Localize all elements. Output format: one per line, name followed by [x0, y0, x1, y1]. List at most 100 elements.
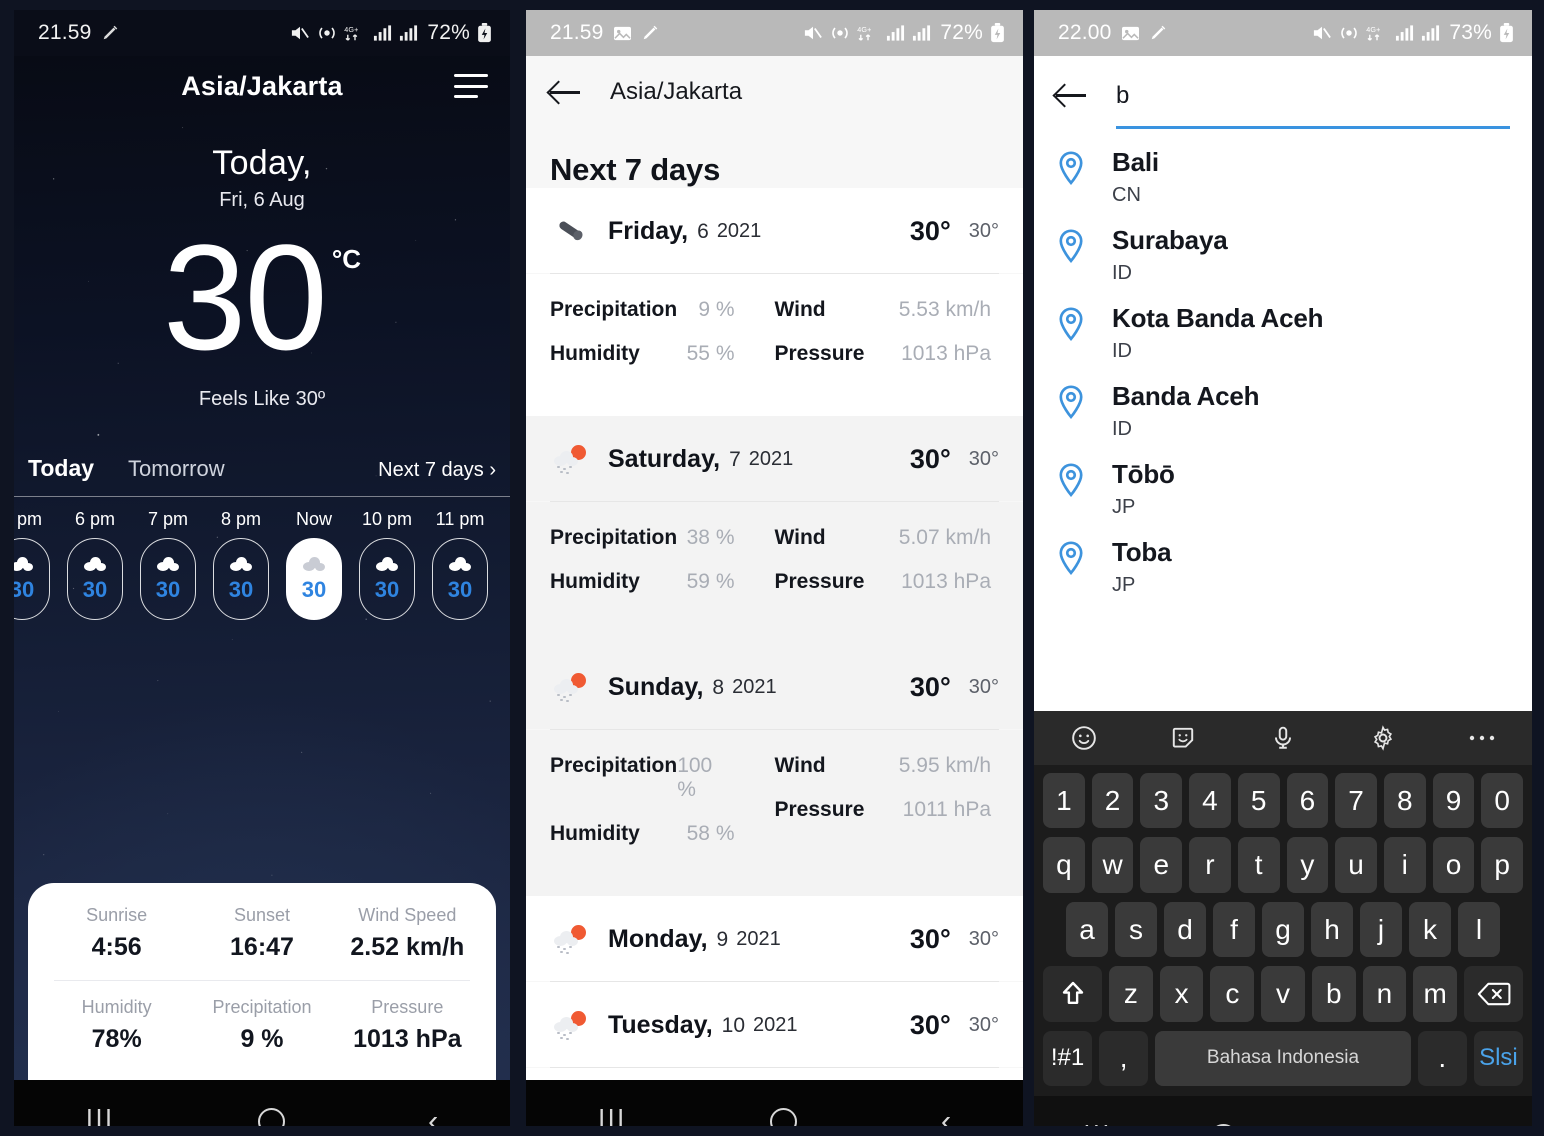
arrow-back-icon[interactable]: [550, 79, 584, 105]
hour-pill-active[interactable]: 30: [286, 538, 342, 620]
recents-button[interactable]: |||: [598, 1105, 627, 1127]
key-m[interactable]: m: [1413, 966, 1458, 1022]
home-icon[interactable]: [1209, 1123, 1237, 1126]
key-a[interactable]: a: [1066, 901, 1108, 958]
search-input[interactable]: b: [1116, 82, 1510, 126]
key-4[interactable]: 4: [1189, 773, 1231, 829]
detail-pressure: Pressure 1013 hPa: [775, 342, 1000, 366]
more-icon[interactable]: [1432, 733, 1532, 743]
summary-value: 9 %: [240, 1025, 284, 1053]
home-icon[interactable]: [770, 1107, 798, 1126]
key-h[interactable]: h: [1311, 901, 1353, 958]
recents-button[interactable]: |||: [86, 1105, 115, 1127]
key-k[interactable]: k: [1409, 901, 1451, 958]
back-button[interactable]: ‹: [428, 1103, 438, 1126]
forecast-day-row[interactable]: Sunday, 8 2021 30° 30°: [526, 644, 1023, 729]
microphone-icon[interactable]: [1233, 725, 1333, 751]
battery-percent: 72%: [427, 21, 470, 44]
summary-divider: [54, 980, 470, 981]
next-7-days-link[interactable]: Next 7 days ›: [378, 459, 496, 482]
hour-pill[interactable]: 30: [432, 538, 488, 620]
key-o[interactable]: o: [1432, 837, 1475, 893]
hourly-forecast-strip[interactable]: 5 pm 30 6 pm 30 7 pm: [14, 509, 510, 620]
key-j[interactable]: j: [1360, 901, 1402, 958]
key-d[interactable]: d: [1164, 901, 1206, 958]
forecast-day-row[interactable]: Saturday, 7 2021 30° 30°: [526, 416, 1023, 501]
key-g[interactable]: g: [1262, 901, 1304, 958]
hour-card[interactable]: 11 pm 30: [432, 509, 488, 620]
key-3[interactable]: 3: [1140, 773, 1183, 829]
hamburger-icon[interactable]: [454, 74, 488, 98]
key-8[interactable]: 8: [1383, 773, 1426, 829]
recents-button[interactable]: |||: [1083, 1121, 1112, 1127]
forecast-day-row[interactable]: Friday, 6 2021 30° 30°: [526, 188, 1023, 273]
home-icon[interactable]: [257, 1107, 285, 1126]
back-button[interactable]: ‹: [941, 1103, 951, 1126]
hour-card-now[interactable]: Now 30: [286, 509, 342, 620]
tab-tomorrow[interactable]: Tomorrow: [128, 456, 225, 482]
hour-card[interactable]: 5 pm 30: [14, 509, 50, 620]
sticker-icon[interactable]: [1134, 725, 1234, 751]
arrow-back-icon[interactable]: [1056, 82, 1090, 108]
key-z[interactable]: z: [1109, 966, 1153, 1022]
key-0[interactable]: 0: [1481, 773, 1524, 829]
symbols-key[interactable]: !#1: [1043, 1030, 1093, 1087]
hour-card[interactable]: 10 pm 30: [359, 509, 415, 620]
key-6[interactable]: 6: [1286, 773, 1329, 829]
key-q[interactable]: q: [1043, 837, 1085, 893]
list-item[interactable]: Bali CN: [1034, 129, 1532, 207]
hour-card[interactable]: 8 pm 30: [213, 509, 269, 620]
enter-key[interactable]: Slsi: [1473, 1030, 1523, 1087]
list-item[interactable]: Surabaya ID: [1034, 207, 1532, 285]
key-9[interactable]: 9: [1432, 773, 1475, 829]
hour-pill[interactable]: 30: [14, 538, 50, 620]
hour-card[interactable]: 6 pm 30: [67, 509, 123, 620]
key-2[interactable]: 2: [1091, 773, 1134, 829]
key-f[interactable]: f: [1213, 901, 1255, 958]
hour-card[interactable]: 7 pm 30: [140, 509, 196, 620]
forecast-day-row[interactable]: Monday, 9 2021 30° 30°: [526, 896, 1023, 981]
list-item[interactable]: Tōbō JP: [1034, 441, 1532, 519]
key-1[interactable]: 1: [1043, 773, 1085, 829]
list-item[interactable]: Kota Banda Aceh ID: [1034, 285, 1532, 363]
list-item[interactable]: Toba JP: [1034, 519, 1532, 597]
hour-pill[interactable]: 30: [213, 538, 269, 620]
hour-pill[interactable]: 30: [67, 538, 123, 620]
key-u[interactable]: u: [1335, 837, 1377, 893]
backspace-icon[interactable]: [1464, 966, 1524, 1022]
comma-key[interactable]: ,: [1099, 1030, 1149, 1087]
keyboard-icon[interactable]: [1455, 1123, 1483, 1126]
period-key[interactable]: .: [1417, 1030, 1467, 1087]
forecast-day-row[interactable]: Wednesday, 11 2021 30° 30°: [526, 1068, 1023, 1080]
emoji-icon[interactable]: [1034, 725, 1134, 751]
space-key[interactable]: Bahasa Indonesia: [1155, 1030, 1411, 1087]
signal-bars-icon: [1395, 24, 1414, 42]
key-e[interactable]: e: [1140, 837, 1183, 893]
key-p[interactable]: p: [1481, 837, 1524, 893]
key-x[interactable]: x: [1159, 966, 1204, 1022]
tab-today[interactable]: Today: [28, 455, 94, 482]
key-s[interactable]: s: [1115, 901, 1157, 958]
shift-icon[interactable]: [1043, 966, 1103, 1022]
key-v[interactable]: v: [1261, 966, 1305, 1022]
key-n[interactable]: n: [1362, 966, 1407, 1022]
hour-pill[interactable]: 30: [140, 538, 196, 620]
key-7[interactable]: 7: [1335, 773, 1377, 829]
key-t[interactable]: t: [1237, 837, 1280, 893]
key-y[interactable]: y: [1286, 837, 1329, 893]
key-i[interactable]: i: [1383, 837, 1426, 893]
key-r[interactable]: r: [1189, 837, 1231, 893]
detail-precipitation: Precipitation 38 %: [550, 526, 775, 550]
list-item[interactable]: Banda Aceh ID: [1034, 363, 1532, 441]
key-l[interactable]: l: [1458, 901, 1500, 958]
settings-icon[interactable]: [1333, 725, 1433, 751]
search-field-wrapper[interactable]: b: [1116, 82, 1510, 129]
key-b[interactable]: b: [1311, 966, 1356, 1022]
forecast-day-row[interactable]: Tuesday, 10 2021 30° 30°: [526, 982, 1023, 1067]
key-w[interactable]: w: [1091, 837, 1134, 893]
hour-pill[interactable]: 30: [359, 538, 415, 620]
hide-keyboard-button[interactable]: ⌄: [1335, 1122, 1357, 1127]
key-c[interactable]: c: [1210, 966, 1255, 1022]
key-5[interactable]: 5: [1237, 773, 1280, 829]
day-year: 2021: [748, 448, 794, 470]
